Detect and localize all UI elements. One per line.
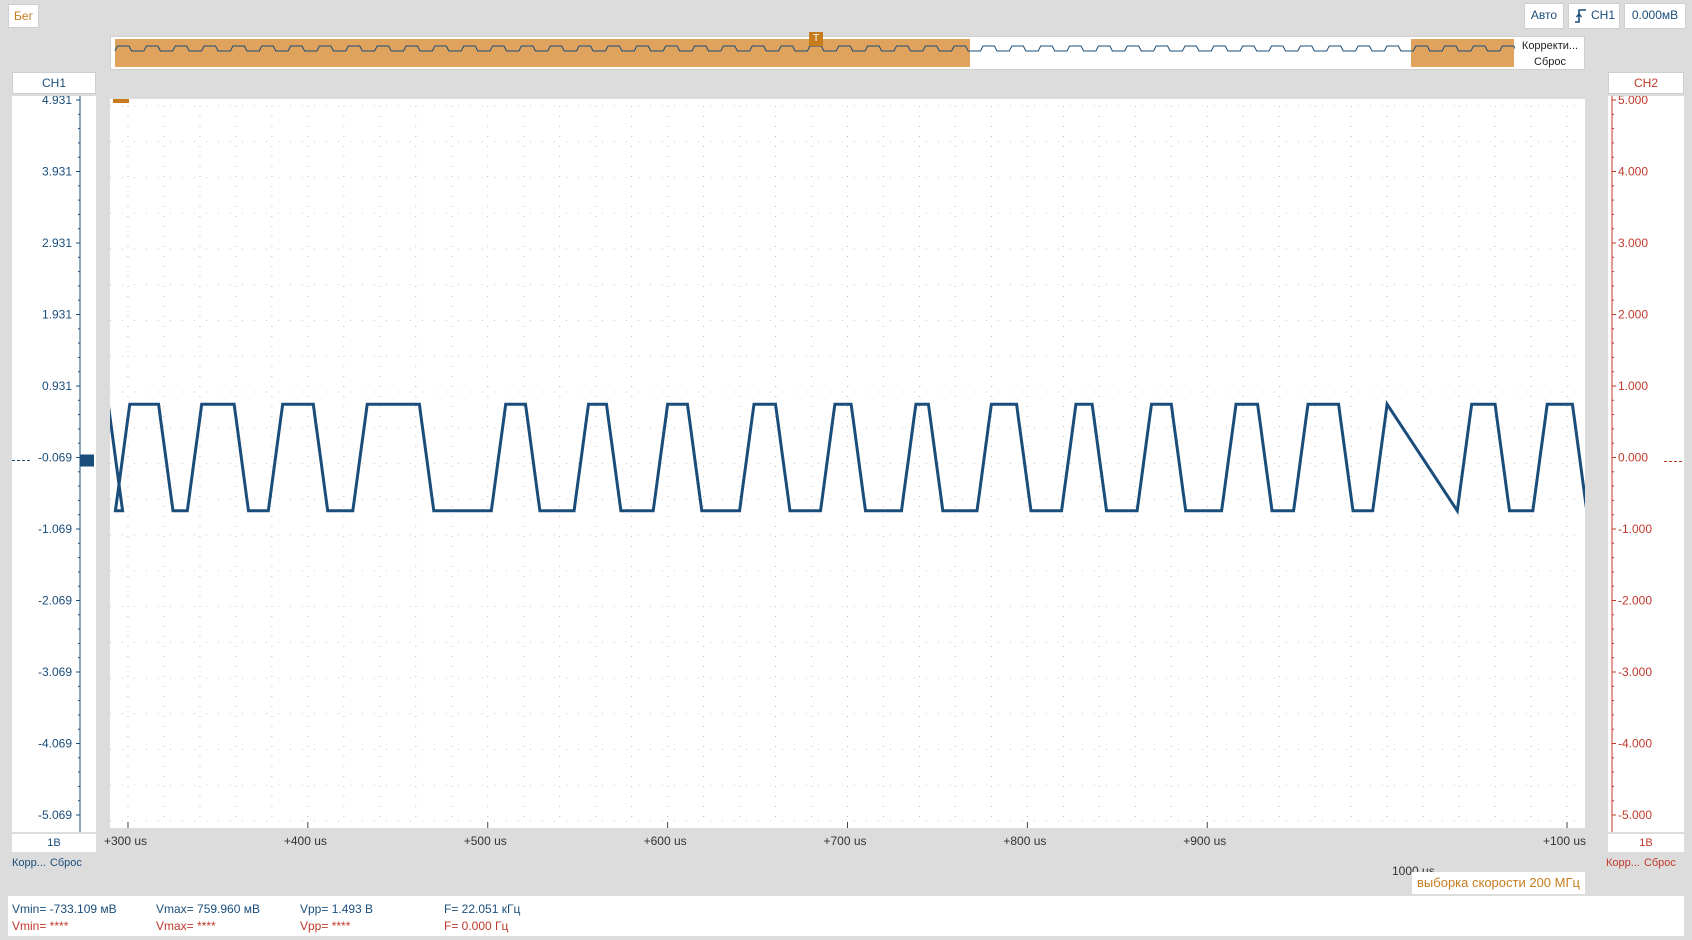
ch1-buttons: Корр... Сброс (12, 854, 96, 872)
overview-trigger-marker[interactable]: T (809, 32, 823, 46)
ch1-axis-panel[interactable]: 4.931 3.931 2.931 1.931 0.931 -0.069 -1.069 -2.… (12, 93, 96, 832)
axis-tick-label: -2.000 (1618, 594, 1652, 608)
axis-tick-label: 2.000 (1618, 308, 1648, 322)
axis-tick-label: -1.069 (38, 522, 72, 536)
ch2-freq: F= 0.000 Гц (444, 919, 509, 933)
rising-edge-icon (1575, 9, 1586, 23)
ch1-freq: F= 22.051 кГц (444, 902, 521, 916)
ch1-trace (110, 400, 1585, 515)
ch1-vpp: Vpp= 1.493 В (300, 902, 374, 916)
ch1-vmax: Vmax= 759.960 мВ (156, 902, 260, 916)
trigger-source-button[interactable]: CH1 (1568, 3, 1620, 29)
overview-strip[interactable]: T Корректи... Сброс (110, 32, 1585, 70)
ch2-axis-panel[interactable]: 5.000 4.000 3.000 2.000 1.000 0.000 -1.000 -2.0… (1608, 93, 1684, 832)
measurements-panel: Vmin= -733.109 мВ Vmax= 759.960 мВ Vpp= … (8, 896, 1684, 936)
x-tick-label: +400 us (283, 834, 327, 848)
ch2-reset-button[interactable]: Сброс (1644, 857, 1676, 869)
axis-tick-label: 0.931 (42, 379, 72, 393)
axis-tick-label: 2.931 (42, 236, 72, 250)
axis-tick-label: -4.069 (38, 737, 72, 751)
axis-tick-label: 3.931 (42, 165, 72, 179)
waveform-plot[interactable] (110, 99, 1585, 828)
ch2-vpp: Vpp= **** (300, 919, 351, 933)
ch2-label[interactable]: CH2 (1608, 72, 1684, 94)
trigger-mode-button[interactable]: Авто (1524, 3, 1564, 29)
axis-tick-label: -2.069 (38, 594, 72, 608)
ch2-vmax: Vmax= **** (156, 919, 216, 933)
plot-grid (110, 105, 1585, 822)
axis-tick-label: -1.000 (1618, 522, 1652, 536)
x-tick-label: +300 us (103, 834, 148, 848)
trigger-level-button[interactable]: 0.000мВ (1624, 3, 1686, 29)
axis-tick-label: -0.069 (38, 451, 72, 465)
ch2-scale-value[interactable]: 1В (1608, 834, 1684, 852)
x-tick-label: +500 us (463, 834, 507, 848)
overview-reset-button[interactable]: Сброс (1519, 55, 1581, 69)
ch1-axis: 4.931 3.931 2.931 1.931 0.931 -0.069 -1.069 -2.… (12, 93, 94, 832)
overview-correct-button[interactable]: Корректи... (1519, 39, 1581, 53)
axis-tick-label: -5.069 (38, 808, 72, 822)
x-tick-label: +100 us (1543, 834, 1587, 848)
x-tick-label: +600 us (643, 834, 687, 848)
axis-tick-label: -4.000 (1618, 737, 1652, 751)
waveform-svg (110, 99, 1585, 828)
x-tick-label: +900 us (1183, 834, 1227, 848)
axis-tick-label: -5.000 (1618, 808, 1652, 822)
axis-tick-label: -3.069 (38, 665, 72, 679)
run-button[interactable]: Бег (8, 4, 39, 28)
ch1-scale-value[interactable]: 1В (12, 834, 96, 852)
ch1-vmin: Vmin= -733.109 мВ (12, 902, 117, 916)
overview-viewport-highlight[interactable] (115, 39, 970, 67)
ch2-vmin: Vmin= **** (12, 919, 69, 933)
ch2-buttons: Корр... Сброс (1606, 854, 1690, 872)
axis-tick-label: -3.000 (1618, 665, 1652, 679)
sample-rate-label: выборка скорости 200 МГц (1412, 872, 1585, 894)
trigger-source-label: CH1 (1591, 8, 1616, 22)
axis-tick-label: 3.000 (1618, 236, 1648, 250)
time-cursor-marker[interactable] (113, 99, 129, 103)
overview-viewport-highlight-end (1411, 39, 1514, 67)
ch1-reset-button[interactable]: Сброс (50, 857, 82, 869)
ch1-correct-button[interactable]: Корр... (12, 857, 46, 869)
ch1-label[interactable]: CH1 (12, 72, 96, 94)
x-tick-label: +800 us (1003, 834, 1047, 848)
axis-tick-label: 1.931 (42, 308, 72, 322)
axis-tick-label: 0.000 (1618, 451, 1648, 465)
axis-tick-label: 1.000 (1618, 379, 1648, 393)
axis-tick-label: 5.000 (1618, 96, 1648, 107)
ch2-axis: 5.000 4.000 3.000 2.000 1.000 0.000 -1.000 -2.0… (1611, 93, 1684, 832)
x-tick-label: +700 us (823, 834, 867, 848)
axis-tick-label: 4.931 (42, 96, 72, 107)
ch2-correct-button[interactable]: Корр... (1606, 857, 1640, 869)
ch1-ground-marker[interactable] (80, 454, 94, 467)
axis-tick-label: 4.000 (1618, 165, 1648, 179)
